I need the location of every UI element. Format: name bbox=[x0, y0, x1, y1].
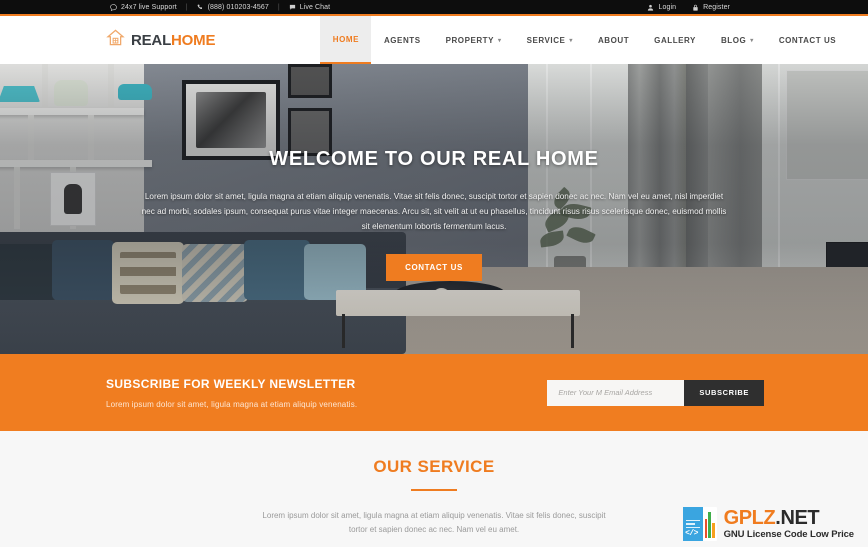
logo-text-primary: REAL bbox=[131, 31, 172, 49]
support-label: 24x7 live Support bbox=[121, 3, 177, 11]
nav-item-service-label: SERVICE bbox=[526, 35, 566, 45]
top-bar-right: Login Register bbox=[647, 4, 730, 11]
gplz-tagline: GNU License Code Low Price bbox=[723, 529, 855, 541]
hero-title: WELCOME TO OUR REAL HOME bbox=[269, 148, 599, 170]
house-icon bbox=[106, 28, 125, 52]
live-chat-link[interactable]: Live Chat bbox=[289, 4, 330, 11]
nav-item-agents-label: AGENTS bbox=[383, 35, 421, 45]
newsletter-email-input[interactable] bbox=[547, 379, 685, 406]
lock-icon bbox=[692, 4, 699, 11]
nav-item-blog[interactable]: BLOG ▾ bbox=[708, 16, 766, 64]
hero-content: WELCOME TO OUR REAL HOME Lorem ipsum dol… bbox=[0, 148, 868, 281]
hero-contact-us-button[interactable]: CONTACT US bbox=[386, 254, 482, 281]
nav-item-blog-label: BLOG bbox=[720, 35, 747, 45]
newsletter-text: SUBSCRIBE FOR WEEKLY NEWSLETTER Lorem ip… bbox=[106, 377, 357, 409]
nav-item-gallery-label: GALLERY bbox=[654, 35, 696, 45]
live-chat-label: Live Chat bbox=[299, 3, 331, 11]
code-brackets-icon: </> bbox=[685, 529, 698, 538]
phone-info[interactable]: (888) 010203-4567 bbox=[197, 4, 269, 11]
newsletter-title: SUBSCRIBE FOR WEEKLY NEWSLETTER bbox=[106, 376, 356, 391]
newsletter-section: SUBSCRIBE FOR WEEKLY NEWSLETTER Lorem ip… bbox=[0, 354, 868, 431]
register-label: Register bbox=[703, 3, 730, 11]
logo-text: REALHOME bbox=[131, 32, 215, 49]
login-label: Login bbox=[658, 3, 677, 11]
service-description: Lorem ipsum dolor sit amet, ligula magna… bbox=[262, 511, 606, 534]
gplz-brand: GPLZ.NET bbox=[724, 508, 854, 528]
nav-item-agents[interactable]: AGENTS bbox=[371, 16, 433, 64]
top-bar: 24x7 live Support | (888) 010203-4567 | … bbox=[0, 0, 868, 16]
message-icon bbox=[289, 4, 296, 11]
nav-item-about-label: ABOUT bbox=[597, 35, 630, 45]
login-link[interactable]: Login bbox=[647, 4, 676, 11]
gplz-brand-tld: .NET bbox=[775, 507, 820, 530]
logo[interactable]: REALHOME bbox=[106, 16, 215, 64]
hero-description: Lorem ipsum dolor sit amet, ligula magna… bbox=[141, 192, 727, 231]
gplz-text: GPLZ.NET GNU License Code Low Price bbox=[723, 508, 855, 541]
support-info[interactable]: 24x7 live Support bbox=[110, 4, 177, 11]
topbar-separator-1: | bbox=[185, 3, 188, 11]
chevron-down-icon: ▾ bbox=[750, 37, 754, 44]
gplz-watermark: </> GPLZ.NET GNU License Code Low Price bbox=[682, 507, 855, 541]
topbar-separator-2: | bbox=[277, 3, 280, 11]
nav-item-about[interactable]: ABOUT bbox=[585, 16, 641, 64]
chat-bubble-icon bbox=[110, 3, 117, 11]
logo-text-accent: HOME bbox=[171, 31, 216, 49]
site-header: REALHOME HOME AGENTS PROPERTY ▾ SERVICE … bbox=[0, 16, 868, 64]
chevron-down-icon: ▾ bbox=[569, 37, 573, 44]
hero-section: WELCOME TO OUR REAL HOME Lorem ipsum dol… bbox=[0, 64, 868, 354]
user-icon bbox=[647, 4, 654, 11]
nav-item-home[interactable]: HOME bbox=[320, 16, 372, 64]
code-document-icon: </> bbox=[682, 507, 703, 541]
nav-item-service[interactable]: SERVICE ▾ bbox=[514, 16, 585, 64]
nav-item-home-label: HOME bbox=[332, 34, 359, 44]
nav-item-property-label: PROPERTY bbox=[445, 35, 495, 45]
page-root: 24x7 live Support | (888) 010203-4567 | … bbox=[0, 0, 868, 547]
register-link[interactable]: Register bbox=[692, 4, 730, 11]
nav-item-contact-us-label: CONTACT US bbox=[778, 35, 837, 45]
phone-icon bbox=[197, 4, 204, 11]
gplz-brand-name: GPLZ bbox=[723, 507, 776, 530]
newsletter-form: SUBSCRIBE bbox=[547, 379, 764, 406]
nav-item-property[interactable]: PROPERTY ▾ bbox=[433, 16, 514, 64]
bar-chart-icon bbox=[703, 507, 717, 541]
phone-label: (888) 010203-4567 bbox=[207, 3, 269, 11]
nav-item-contact-us[interactable]: CONTACT US bbox=[766, 16, 848, 64]
service-divider bbox=[411, 489, 457, 491]
newsletter-subtitle: Lorem ipsum dolor sit amet, ligula magna… bbox=[106, 399, 358, 409]
nav-item-gallery[interactable]: GALLERY bbox=[642, 16, 709, 64]
gplz-logo-icon: </> bbox=[682, 507, 717, 541]
chevron-down-icon: ▾ bbox=[498, 37, 502, 44]
top-bar-left: 24x7 live Support | (888) 010203-4567 | … bbox=[110, 4, 330, 11]
service-title: OUR SERVICE bbox=[373, 457, 495, 476]
main-navigation: HOME AGENTS PROPERTY ▾ SERVICE ▾ ABOUT G… bbox=[320, 16, 848, 64]
subscribe-button[interactable]: SUBSCRIBE bbox=[684, 379, 764, 406]
